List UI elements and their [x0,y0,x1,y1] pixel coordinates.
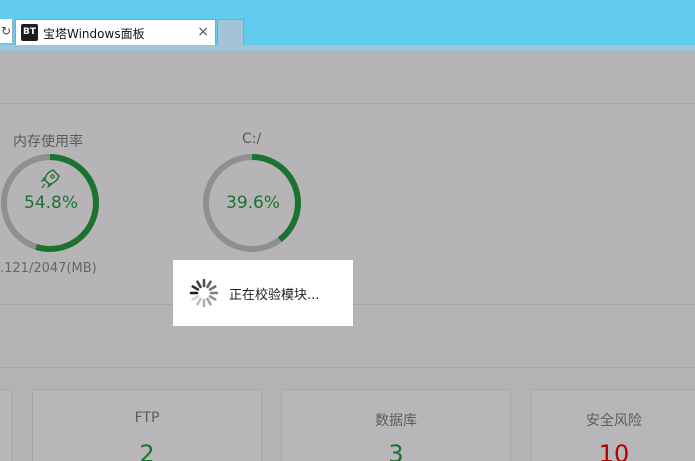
stat-label: FTP [134,410,160,426]
spinner-segment [208,285,217,291]
spinner-segment [208,295,217,301]
memory-gauge-title: 内存使用率 [13,134,83,150]
memory-gauge-usage: .121/2047(MB) [0,261,97,276]
stat-card-security-risk[interactable]: 安全风险 10 [531,389,695,461]
app-window: ↻ BT 宝塔Windows面板 × 内存使用率 54.8% .121/2047… [0,0,695,461]
bt-favicon-icon: BT [21,24,38,41]
browser-tab-bt-panel[interactable]: BT 宝塔Windows面板 × [15,19,216,46]
new-tab-button[interactable] [217,19,244,46]
disk-gauge-title: C:/ [242,131,262,147]
stat-value[interactable]: 3 [282,440,510,461]
stat-card-database[interactable]: 数据库 3 [281,389,511,461]
rocket-icon [40,169,60,189]
stat-card-partial [0,389,12,461]
stat-value[interactable]: 10 [532,440,695,461]
stat-card-ftp[interactable]: FTP 2 [32,389,262,461]
spinner-segment [206,297,212,306]
spinner-segment [196,280,202,289]
tab-title: 宝塔Windows面板 [43,27,145,41]
loading-spinner-icon [189,278,219,308]
spinner-segment [206,280,212,289]
memory-gauge-value: 54.8% [24,193,79,213]
spinner-segment [191,295,200,301]
loading-message: 正在校验模块... [229,288,320,303]
stat-value[interactable]: 2 [33,440,261,461]
spinner-segment [191,285,200,291]
refresh-icon[interactable]: ↻ [0,19,13,43]
section-header-bar [0,320,695,368]
disk-gauge-value: 39.6% [226,193,281,213]
stat-label: 安全风险 [586,413,642,429]
stat-label: 数据库 [375,413,417,429]
loading-dialog: 正在校验模块... [173,260,353,326]
spinner-segment [196,297,202,306]
tab-close-icon[interactable]: × [197,23,209,41]
